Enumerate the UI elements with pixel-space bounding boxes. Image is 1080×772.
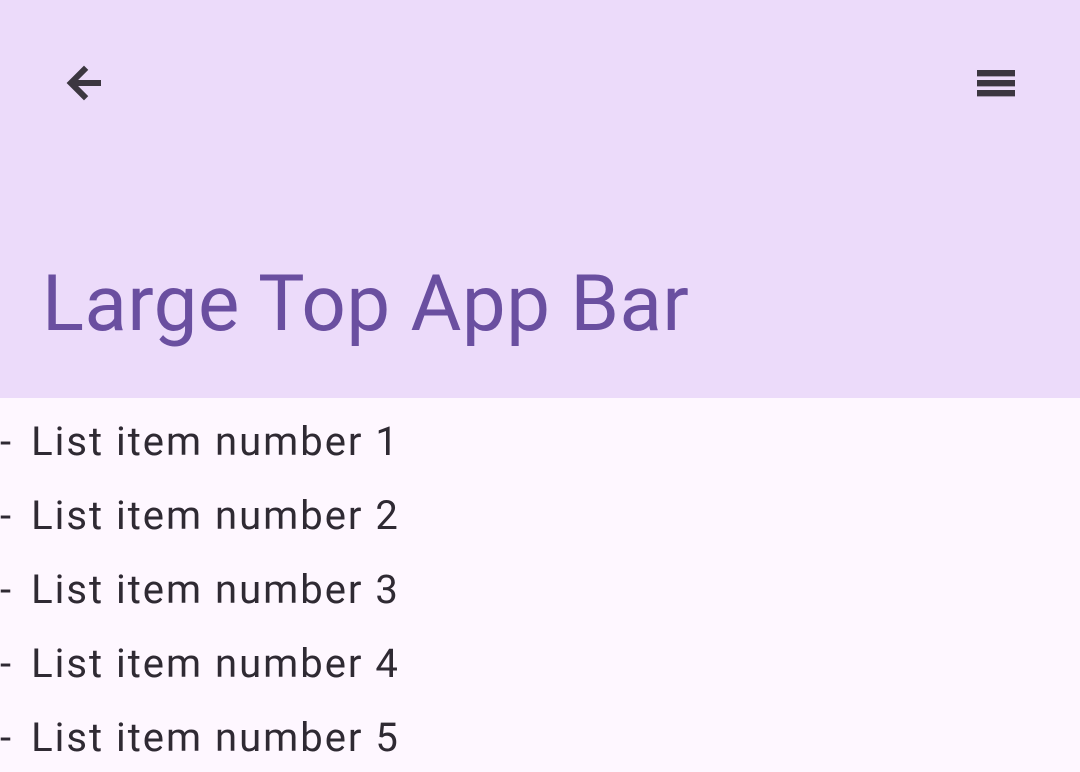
content-list: -List item number 1 -List item number 2 … [0, 398, 1080, 762]
list-item: -List item number 3 [0, 566, 1080, 614]
list-item-label: List item number 1 [31, 418, 400, 465]
list-item: -List item number 4 [0, 640, 1080, 688]
list-item-label: List item number 5 [31, 714, 400, 761]
menu-icon [972, 59, 1020, 110]
list-item-label: List item number 2 [31, 492, 400, 539]
list-item: -List item number 5 [0, 714, 1080, 762]
bullet: - [0, 418, 13, 465]
list-item-label: List item number 4 [31, 640, 400, 687]
bullet: - [0, 492, 13, 539]
bullet: - [0, 640, 13, 687]
toolbar [0, 0, 1080, 120]
top-app-bar: Large Top App Bar [0, 0, 1080, 398]
page-title: Large Top App Bar [42, 259, 689, 350]
menu-button[interactable] [960, 48, 1032, 120]
bullet: - [0, 714, 13, 761]
list-item: -List item number 2 [0, 492, 1080, 540]
arrow-back-icon [60, 59, 108, 110]
back-button[interactable] [48, 48, 120, 120]
list-item-label: List item number 3 [31, 566, 400, 613]
bullet: - [0, 566, 13, 613]
list-item: -List item number 1 [0, 418, 1080, 466]
